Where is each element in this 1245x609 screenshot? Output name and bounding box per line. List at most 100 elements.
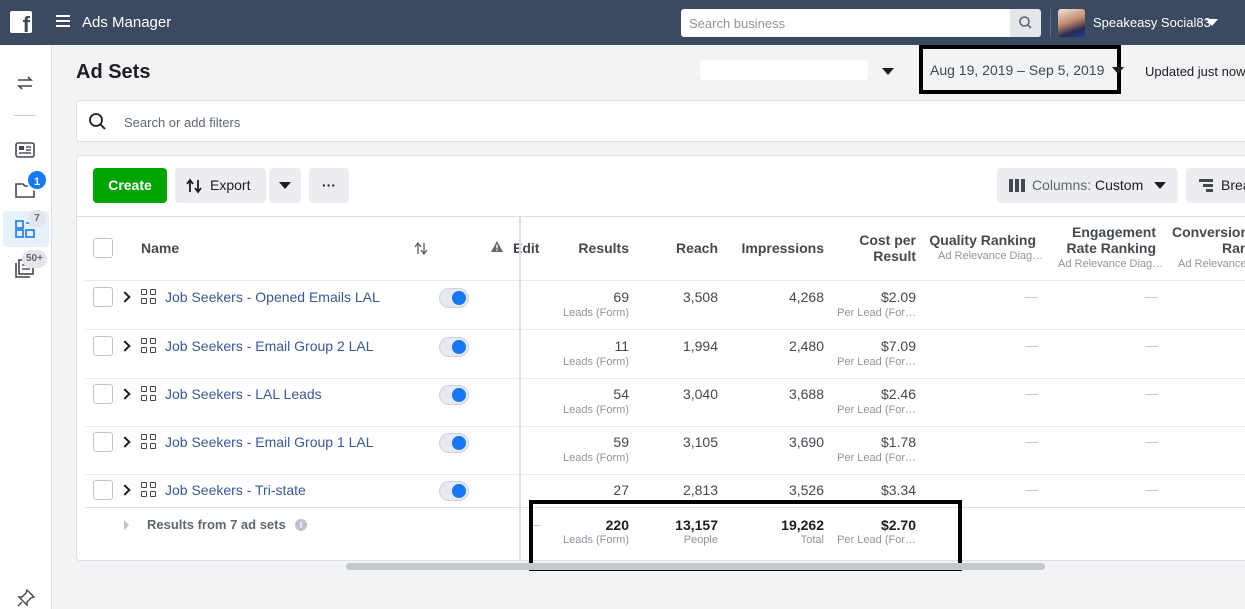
results-sub: Leads (Form) [562,356,629,368]
switch-arrows-icon[interactable] [14,73,36,93]
cost-sub: Per Lead (For… [837,356,916,368]
impressions-value: 3,526 [788,482,824,498]
facebook-logo-icon[interactable]: f [10,11,32,36]
chevron-down-icon [279,182,291,189]
column-header-engagement-line1[interactable]: Engagement [1046,224,1156,240]
column-subheader-conversion: Ad Relevance [1178,258,1245,270]
search-icon [89,113,106,130]
column-header-edit[interactable]: Edit [513,240,539,256]
left-rail: 1 7 50+ [0,45,52,609]
ads-count-badge: 50+ [22,250,47,268]
divider [14,115,36,116]
create-button[interactable]: Create [93,168,167,203]
column-header-quality-ranking[interactable]: Quality Ranking [926,232,1036,248]
row-checkbox[interactable] [93,384,113,404]
more-options-button[interactable]: ··· [309,168,349,203]
row-checkbox[interactable] [93,432,113,452]
divider [85,426,1245,427]
search-button[interactable] [1010,9,1041,37]
horizontal-scrollbar[interactable] [346,563,1045,570]
campaigns-icon[interactable] [14,140,36,160]
export-dropdown-button[interactable] [269,168,301,203]
select-all-checkbox[interactable] [93,238,113,258]
ad-set-toggle[interactable] [439,385,469,405]
search-business-input[interactable] [681,9,1010,37]
columns-button[interactable]: Columns: Custom [997,168,1178,203]
column-header-conversion-line1[interactable]: Conversion [1172,224,1245,240]
chevron-down-icon[interactable] [1206,19,1218,26]
column-header-engagement-line2[interactable]: Rate Ranking [1046,240,1156,256]
totals-label: Results from 7 ad sets [147,517,286,532]
export-label: Export [210,177,251,193]
ad-set-name-link[interactable]: Job Seekers - Opened Emails LAL [165,289,380,305]
ad-set-name-link[interactable]: Job Seekers - Tri-state [165,482,306,498]
cost-sub: Per Lead (For… [837,307,916,319]
reach-value: 3,508 [682,289,718,305]
search-filters-input[interactable] [122,111,522,133]
ad-set-icon [141,482,157,498]
impressions-value: 3,688 [788,386,824,402]
reach-value: 2,813 [682,482,718,498]
chevron-right-icon[interactable] [124,520,129,530]
column-header-results[interactable]: Results [549,240,629,256]
column-header-name[interactable]: Name [141,240,179,256]
frozen-column-divider [519,216,521,560]
date-range-picker[interactable]: Aug 19, 2019 – Sep 5, 2019 [930,62,1104,78]
quality-ranking-value: — [1025,434,1038,449]
reach-value: 3,105 [682,434,718,450]
column-header-conversion-line2[interactable]: Ran [1222,240,1245,256]
cost-value: $3.34 [880,482,916,498]
search-icon [1019,16,1032,29]
page-title: Ad Sets [76,61,151,83]
ad-set-toggle[interactable] [439,337,469,357]
results-value: 54 [613,386,629,402]
column-header-impressions[interactable]: Impressions [734,240,824,256]
chevron-down-icon[interactable] [1112,67,1124,74]
avatar[interactable] [1058,9,1085,37]
row-checkbox[interactable] [93,287,113,307]
ad-set-icon [141,338,157,354]
engagement-ranking-value: — [1145,289,1158,304]
row-checkbox[interactable] [93,336,113,356]
menu-icon[interactable] [56,15,70,27]
warning-icon [491,241,503,252]
notification-badge: 1 [26,169,48,191]
export-button[interactable]: Export [175,168,266,203]
ad-set-name-link[interactable]: Job Seekers - Email Group 1 LAL [165,434,374,450]
ad-set-icon [141,434,157,450]
impressions-value: 4,268 [788,289,824,305]
ad-set-toggle[interactable] [439,481,469,501]
engagement-ranking-value: — [1145,434,1158,449]
breakdown-icon [1199,179,1213,192]
info-icon[interactable]: i [295,519,307,531]
cost-value: $7.09 [880,338,916,354]
export-icon [186,178,202,194]
columns-label: Columns: [1032,177,1092,193]
chevron-down-icon[interactable] [882,68,894,75]
results-value: 11 [614,338,629,354]
column-header-cost-per-result-line1[interactable]: Cost per [836,232,916,248]
engagement-ranking-value: — [1145,338,1158,353]
row-checkbox[interactable] [93,480,113,500]
breakdown-button[interactable]: Brea [1186,168,1245,203]
column-header-reach[interactable]: Reach [648,240,718,256]
columns-icon [1009,179,1025,192]
column-subheader-quality: Ad Relevance Diag… [938,250,1044,262]
breakdown-label: Brea [1221,177,1245,193]
redacted-selector[interactable] [700,60,868,80]
quality-ranking-value: — [1025,289,1038,304]
ad-set-name-link[interactable]: Job Seekers - Email Group 2 LAL [165,338,374,354]
ad-set-name-link[interactable]: Job Seekers - LAL Leads [165,386,322,402]
sort-icon[interactable] [414,242,428,255]
ad-set-toggle[interactable] [439,433,469,453]
account-name[interactable]: Speakeasy Social83 [1093,15,1211,30]
divider [85,280,1245,281]
app-title[interactable]: Ads Manager [82,14,171,31]
engagement-ranking-value: — [1145,482,1158,497]
reach-value: 3,040 [682,386,718,402]
pin-icon[interactable] [16,588,36,608]
columns-value: Custom [1095,177,1144,193]
ad-set-toggle[interactable] [439,288,469,308]
column-header-cost-per-result-line2[interactable]: Result [836,248,916,264]
impressions-value: 2,480 [788,338,824,354]
